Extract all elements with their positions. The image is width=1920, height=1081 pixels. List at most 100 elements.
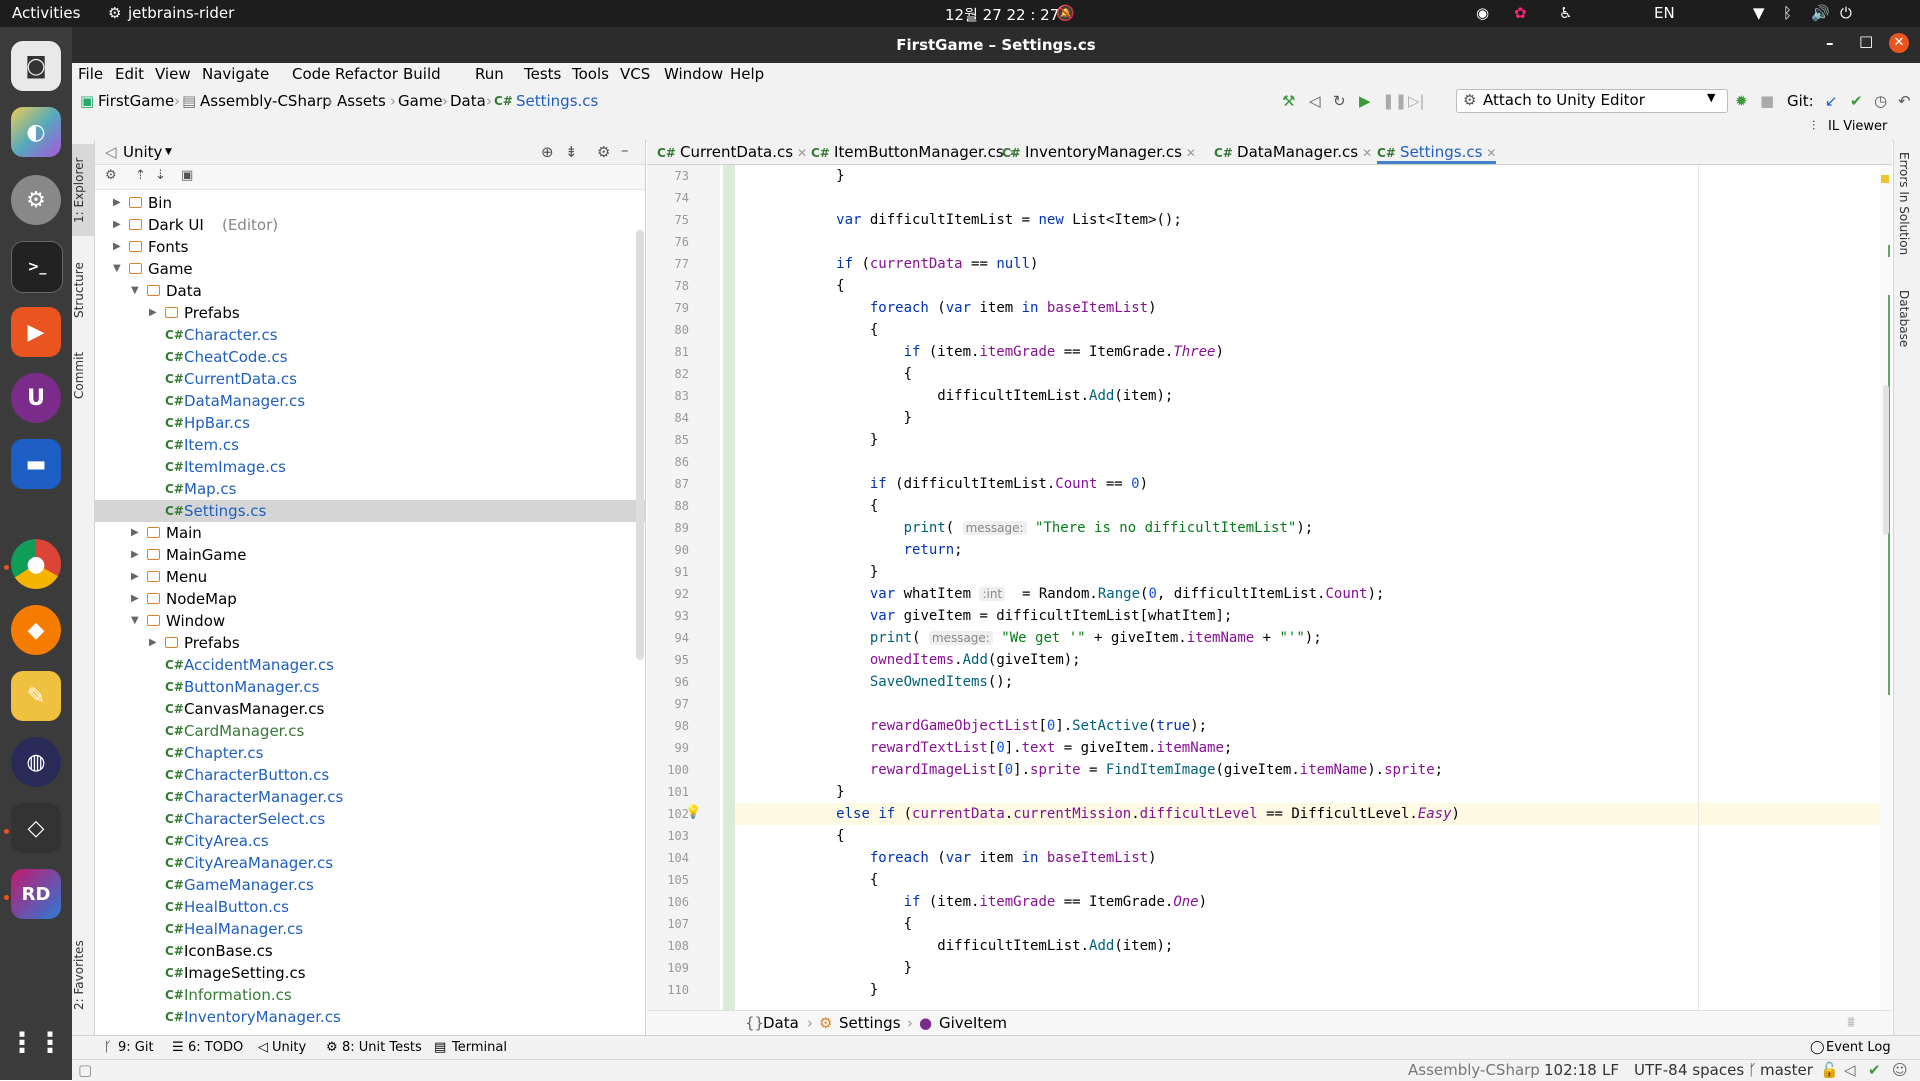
crumb-project[interactable]: FirstGame [98, 92, 174, 110]
tree-folder[interactable]: ▶ Fonts [95, 236, 645, 258]
tree-file[interactable]: C# Item.cs [95, 434, 645, 456]
errors-in-solution-tab[interactable]: Errors In Solution [1897, 152, 1911, 255]
close-tab-icon[interactable]: ✕ [1186, 146, 1196, 160]
tree-file[interactable]: C# CityArea.cs [95, 830, 645, 852]
close-tab-icon[interactable]: ✕ [1486, 146, 1496, 160]
status-indent[interactable]: 4 spaces [1678, 1061, 1744, 1079]
commit-tool-tab[interactable]: Commit [72, 340, 94, 410]
status-branch[interactable]: master [1760, 1061, 1813, 1079]
gear-icon[interactable]: ⚙ [597, 143, 610, 161]
tree-file[interactable]: C# ImageSetting.cs [95, 962, 645, 984]
accessibility-icon[interactable]: ♿ [1559, 4, 1572, 22]
crumb-assembly[interactable]: Assembly-CSharp [200, 92, 332, 110]
screenshot-app-icon[interactable]: ◙ [11, 41, 61, 91]
colors-app-icon[interactable]: ◐ [11, 107, 61, 157]
tree-file[interactable]: C# ButtonManager.cs [95, 676, 645, 698]
tree-folder[interactable]: ▶ Dark UI (Editor) [95, 214, 645, 236]
crumb-file[interactable]: Settings.cs [516, 92, 598, 110]
lightbulb-icon[interactable]: 💡 [685, 805, 701, 820]
collapse-all-icon[interactable]: ⇟ [565, 143, 578, 161]
tree-file[interactable]: C# Character.cs [95, 324, 645, 346]
tree-file[interactable]: C# Chapter.cs [95, 742, 645, 764]
menu-tools[interactable]: Tools [572, 65, 609, 83]
tree-file[interactable]: C# CharacterManager.cs [95, 786, 645, 808]
lock-icon[interactable]: 🔓 [1820, 1061, 1839, 1079]
menu-navigate[interactable]: Navigate [202, 65, 269, 83]
debug-icon[interactable]: ✹ [1735, 92, 1748, 110]
git-history-icon[interactable]: ◷ [1874, 92, 1887, 110]
todo-tool-button[interactable]: 6: TODO [188, 1040, 243, 1055]
unity-app-icon[interactable]: ◇ [11, 803, 61, 853]
crumb-namespace[interactable]: Data [763, 1014, 799, 1032]
pause-icon[interactable]: ❚❚ [1382, 92, 1407, 110]
color-tray-icon[interactable]: ✿ [1514, 4, 1527, 22]
preview-icon[interactable]: ▣ [181, 168, 193, 183]
chevron-right-icon[interactable]: ▶ [131, 544, 139, 566]
volume-icon[interactable]: 🔊 [1811, 4, 1830, 22]
menu-refactor[interactable]: Refactor [335, 65, 398, 83]
tree-file[interactable]: C# Map.cs [95, 478, 645, 500]
chevron-right-icon[interactable]: ▶ [113, 214, 121, 236]
wifi-icon[interactable]: ▼ [1753, 4, 1765, 22]
close-icon[interactable]: ✕ [1889, 33, 1909, 53]
crumb-method[interactable]: GiveItem [939, 1014, 1007, 1032]
menu-code[interactable]: Code [292, 65, 330, 83]
menu-view[interactable]: View [155, 65, 191, 83]
chevron-right-icon[interactable]: ▶ [113, 192, 121, 214]
menu-run[interactable]: Run [475, 65, 504, 83]
event-log-button[interactable]: Event Log [1826, 1040, 1891, 1055]
editor-tab[interactable]: C# ItemButtonManager.cs ✕ [811, 143, 1018, 161]
code-editor[interactable]: } var difficultItemList = new List<Item>… [735, 165, 1892, 1010]
structure-tool-tab[interactable]: Structure [72, 250, 94, 330]
tree-file[interactable]: C# Information.cs [95, 984, 645, 1006]
input-language[interactable]: EN [1654, 4, 1675, 22]
tree-file[interactable]: C# CharacterSelect.cs [95, 808, 645, 830]
git-commit-icon[interactable]: ✔ [1850, 92, 1863, 110]
video-app-icon[interactable]: ▶ [11, 307, 61, 357]
git-update-icon[interactable]: ↙ [1825, 92, 1838, 110]
tree-file[interactable]: C# CharacterButton.cs [95, 764, 645, 786]
collapse-icon[interactable]: ⇣ [155, 168, 166, 183]
status-project[interactable]: Assembly-CSharp [1408, 1061, 1540, 1079]
gitkraken-app-icon[interactable]: ◆ [11, 605, 61, 655]
maximize-icon[interactable]: □ [1859, 32, 1873, 50]
tree-file[interactable]: C# HealButton.cs [95, 896, 645, 918]
editor-tab[interactable]: C# CurrentData.cs ✕ [657, 143, 807, 161]
menu-tests[interactable]: Tests [524, 65, 561, 83]
il-viewer-tab[interactable]: IL Viewer [1828, 119, 1887, 134]
app-menu[interactable]: jetbrains-rider [128, 4, 234, 22]
chevron-down-icon[interactable]: ▼ [131, 610, 139, 632]
chevron-right-icon[interactable]: ▶ [149, 302, 157, 324]
editor-tab[interactable]: C# InventoryManager.cs ✕ [1002, 143, 1196, 161]
chevron-right-icon[interactable]: ▶ [149, 632, 157, 654]
explorer-scrollbar[interactable] [636, 230, 644, 660]
tree-file[interactable]: C# CheatCode.cs [95, 346, 645, 368]
tree-folder[interactable]: ▶ Prefabs [95, 632, 645, 654]
terminal-app-icon[interactable]: >_ [11, 241, 63, 293]
crumb-data[interactable]: Data [450, 92, 486, 110]
tree-folder[interactable]: ▼ Window [95, 610, 645, 632]
tree-folder[interactable]: ▶ Bin [95, 192, 645, 214]
git-tool-button[interactable]: 9: Git [118, 1040, 154, 1055]
expand-icon[interactable]: ⇡ [135, 168, 146, 183]
tree-file[interactable]: C# DataManager.cs [95, 390, 645, 412]
editor-tab[interactable]: C# Settings.cs ✕ [1377, 143, 1497, 164]
tree-folder[interactable]: ▶ Menu [95, 566, 645, 588]
tree-file[interactable]: C# IconBase.cs [95, 940, 645, 962]
chevron-down-icon[interactable]: ▼ [113, 258, 121, 280]
unity-tool-button[interactable]: Unity [272, 1040, 306, 1055]
refresh-icon[interactable]: ↻ [1333, 92, 1346, 110]
hide-panel-icon[interactable]: – [621, 141, 629, 159]
status-encoding[interactable]: UTF-8 [1634, 1061, 1678, 1079]
favorites-tool-tab[interactable]: 2: Favorites [72, 930, 94, 1020]
chevron-down-icon[interactable]: ▼ [165, 147, 172, 157]
clock[interactable]: 12월 27 22 : 27 [945, 4, 1059, 25]
chevron-down-icon[interactable]: ▼ [131, 280, 139, 302]
filter-icon[interactable]: ⚙ [105, 168, 117, 183]
menu-edit[interactable]: Edit [115, 65, 144, 83]
rider-app-icon[interactable]: RD [11, 869, 61, 919]
tree-folder[interactable]: ▶ Prefabs [95, 302, 645, 324]
tree-folder[interactable]: ▶ NodeMap [95, 588, 645, 610]
git-rollback-icon[interactable]: ↶ [1898, 92, 1911, 110]
status-line-separator[interactable]: LF [1602, 1061, 1619, 1079]
